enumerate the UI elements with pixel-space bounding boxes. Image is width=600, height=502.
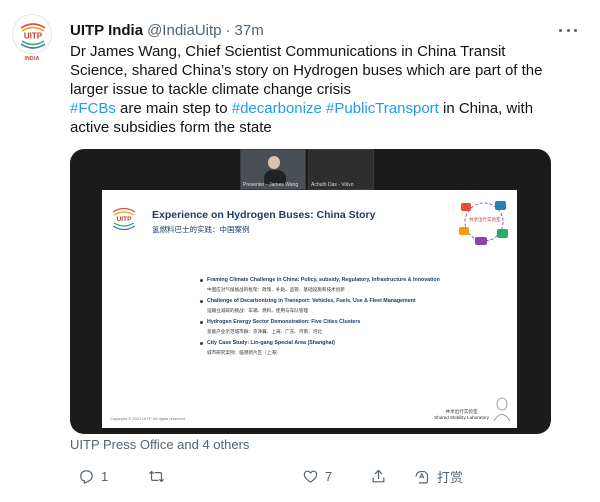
author-name[interactable]: UITP India (70, 22, 143, 39)
sketch-illustration (493, 397, 511, 422)
reply-button[interactable]: 1 (78, 463, 108, 489)
slide-point: City Case Study: Lin-gang Special Area (… (200, 340, 510, 356)
tweet[interactable]: UITP INDIA UITP India @IndiaUitp · 37m D… (0, 0, 600, 502)
presenter-head (268, 156, 280, 169)
translate-label: 打赏 (437, 470, 464, 486)
slide-lab-credit: 共享出行实验室 Shared Mobility Laboratory (434, 409, 489, 420)
hashtag-decarbonize[interactable]: #decarbonize (232, 100, 322, 117)
tweet-header: UITP India @IndiaUitp · 37m (70, 22, 264, 39)
author-handle[interactable]: @IndiaUitp (147, 22, 221, 39)
hashtag-fcbs[interactable]: #FCBs (70, 100, 116, 117)
point-cn: 氢能产业示范城市群：京津冀、上海、广东、河南、河北 (207, 330, 322, 335)
tile-label: Achuth Das - Volvo (311, 182, 354, 188)
tweet-text-line: Dr James Wang, Chief Scientist Communica… (70, 43, 506, 60)
slide-title: Experience on Hydrogen Buses: China Stor… (152, 209, 376, 221)
tweet-media-image[interactable]: Presenter - James Wang Achuth Das - Volv… (70, 149, 551, 434)
share-icon (372, 469, 385, 482)
slide-point: Hydrogen Energy Sector Demonstration: Fi… (200, 319, 510, 335)
avatar[interactable]: UITP INDIA (12, 14, 52, 66)
point-en: Challenge of Decarbonizing in Transport:… (207, 298, 416, 304)
point-cn: 城市研究案例：临港新片区（上海） (207, 351, 281, 356)
more-icon-dot (566, 28, 570, 32)
avatar-caption: INDIA (24, 56, 40, 62)
point-cn: 中国应对气候挑战的框架：政策、补贴、监管、基础设施和技术创新 (207, 288, 345, 293)
more-icon (559, 28, 562, 32)
uitp-logo: UITP (12, 14, 52, 54)
slide-subtitle: 氢燃料巴士的实践：中国案例 (152, 225, 250, 234)
reply-icon (80, 469, 93, 484)
point-cn: 运输业减碳的挑战：车辆、燃料、使用与车队管理 (207, 309, 309, 314)
tweet-text-line: Science, shared China’s story on Hydroge… (70, 62, 543, 79)
retweet-icon (149, 470, 164, 482)
slide-uitp-logo: UITP (112, 207, 136, 231)
point-en: City Case Study: Lin-gang Special Area (… (207, 340, 335, 346)
tweet-text-segment: are main step to (115, 100, 232, 117)
hashtag-publictransport[interactable]: #PublicTransport (326, 100, 439, 117)
tile-label: Presenter - James Wang (243, 182, 299, 188)
tweet-text: Dr James Wang, Chief Scientist Communica… (70, 42, 570, 137)
slide-logo-text: UITP (117, 216, 132, 223)
tweet-text-line: active subsidies form the state (70, 119, 272, 136)
bullet (200, 321, 203, 324)
reply-count: 1 (101, 468, 109, 484)
timestamp[interactable]: 37m (235, 22, 264, 39)
tweet-actions: 1 7 打赏 (70, 463, 550, 489)
tweet-text-line: #FCBs are main step to #decarbonize #Pub… (70, 99, 570, 118)
share-button[interactable] (370, 463, 387, 489)
retweet-button[interactable] (148, 463, 171, 489)
badge-label: 共享出行实验室 (469, 218, 501, 223)
point-en: Hydrogen Energy Sector Demonstration: Fi… (207, 319, 361, 325)
video-tile-participant: Achuth Das - Volvo (308, 149, 374, 190)
bullet (200, 342, 203, 345)
like-button[interactable]: 7 (302, 463, 332, 489)
translate-icon (415, 470, 429, 483)
lab-name-en: Shared Mobility Laboratory (434, 415, 489, 420)
bullet (200, 279, 203, 282)
presentation-slide: UITP Experience on Hydrogen Buses: China… (102, 190, 517, 428)
more-options-button[interactable] (556, 24, 580, 36)
avatar-logo-text: UITP (24, 32, 43, 41)
slide-points: Framing Climate Challenge in China: Poli… (200, 277, 510, 356)
separator-dot: · (225, 22, 231, 39)
presenter-avatar (264, 156, 286, 184)
video-tile-presenter: Presenter - James Wang (240, 149, 306, 190)
shared-mobility-badge: 共享出行实验室 (457, 195, 511, 249)
more-icon-dot (574, 28, 577, 32)
slide-point: Challenge of Decarbonizing in Transport:… (200, 298, 510, 314)
tweet-text-segment: in China, with (438, 100, 534, 117)
like-count: 7 (325, 468, 333, 484)
retweeted-by-link[interactable]: UITP Press Office and 4 others (70, 437, 249, 452)
slide-copyright: Copyright © 2021 UITP, All rights reserv… (110, 416, 185, 421)
point-en: Framing Climate Challenge in China: Poli… (207, 277, 440, 283)
like-icon (303, 470, 318, 483)
bullet (200, 300, 203, 303)
tweet-text-line: larger issue to tackle climate change cr… (70, 81, 351, 98)
translate-button[interactable]: 打赏 (414, 463, 463, 489)
slide-point: Framing Climate Challenge in China: Poli… (200, 277, 510, 293)
